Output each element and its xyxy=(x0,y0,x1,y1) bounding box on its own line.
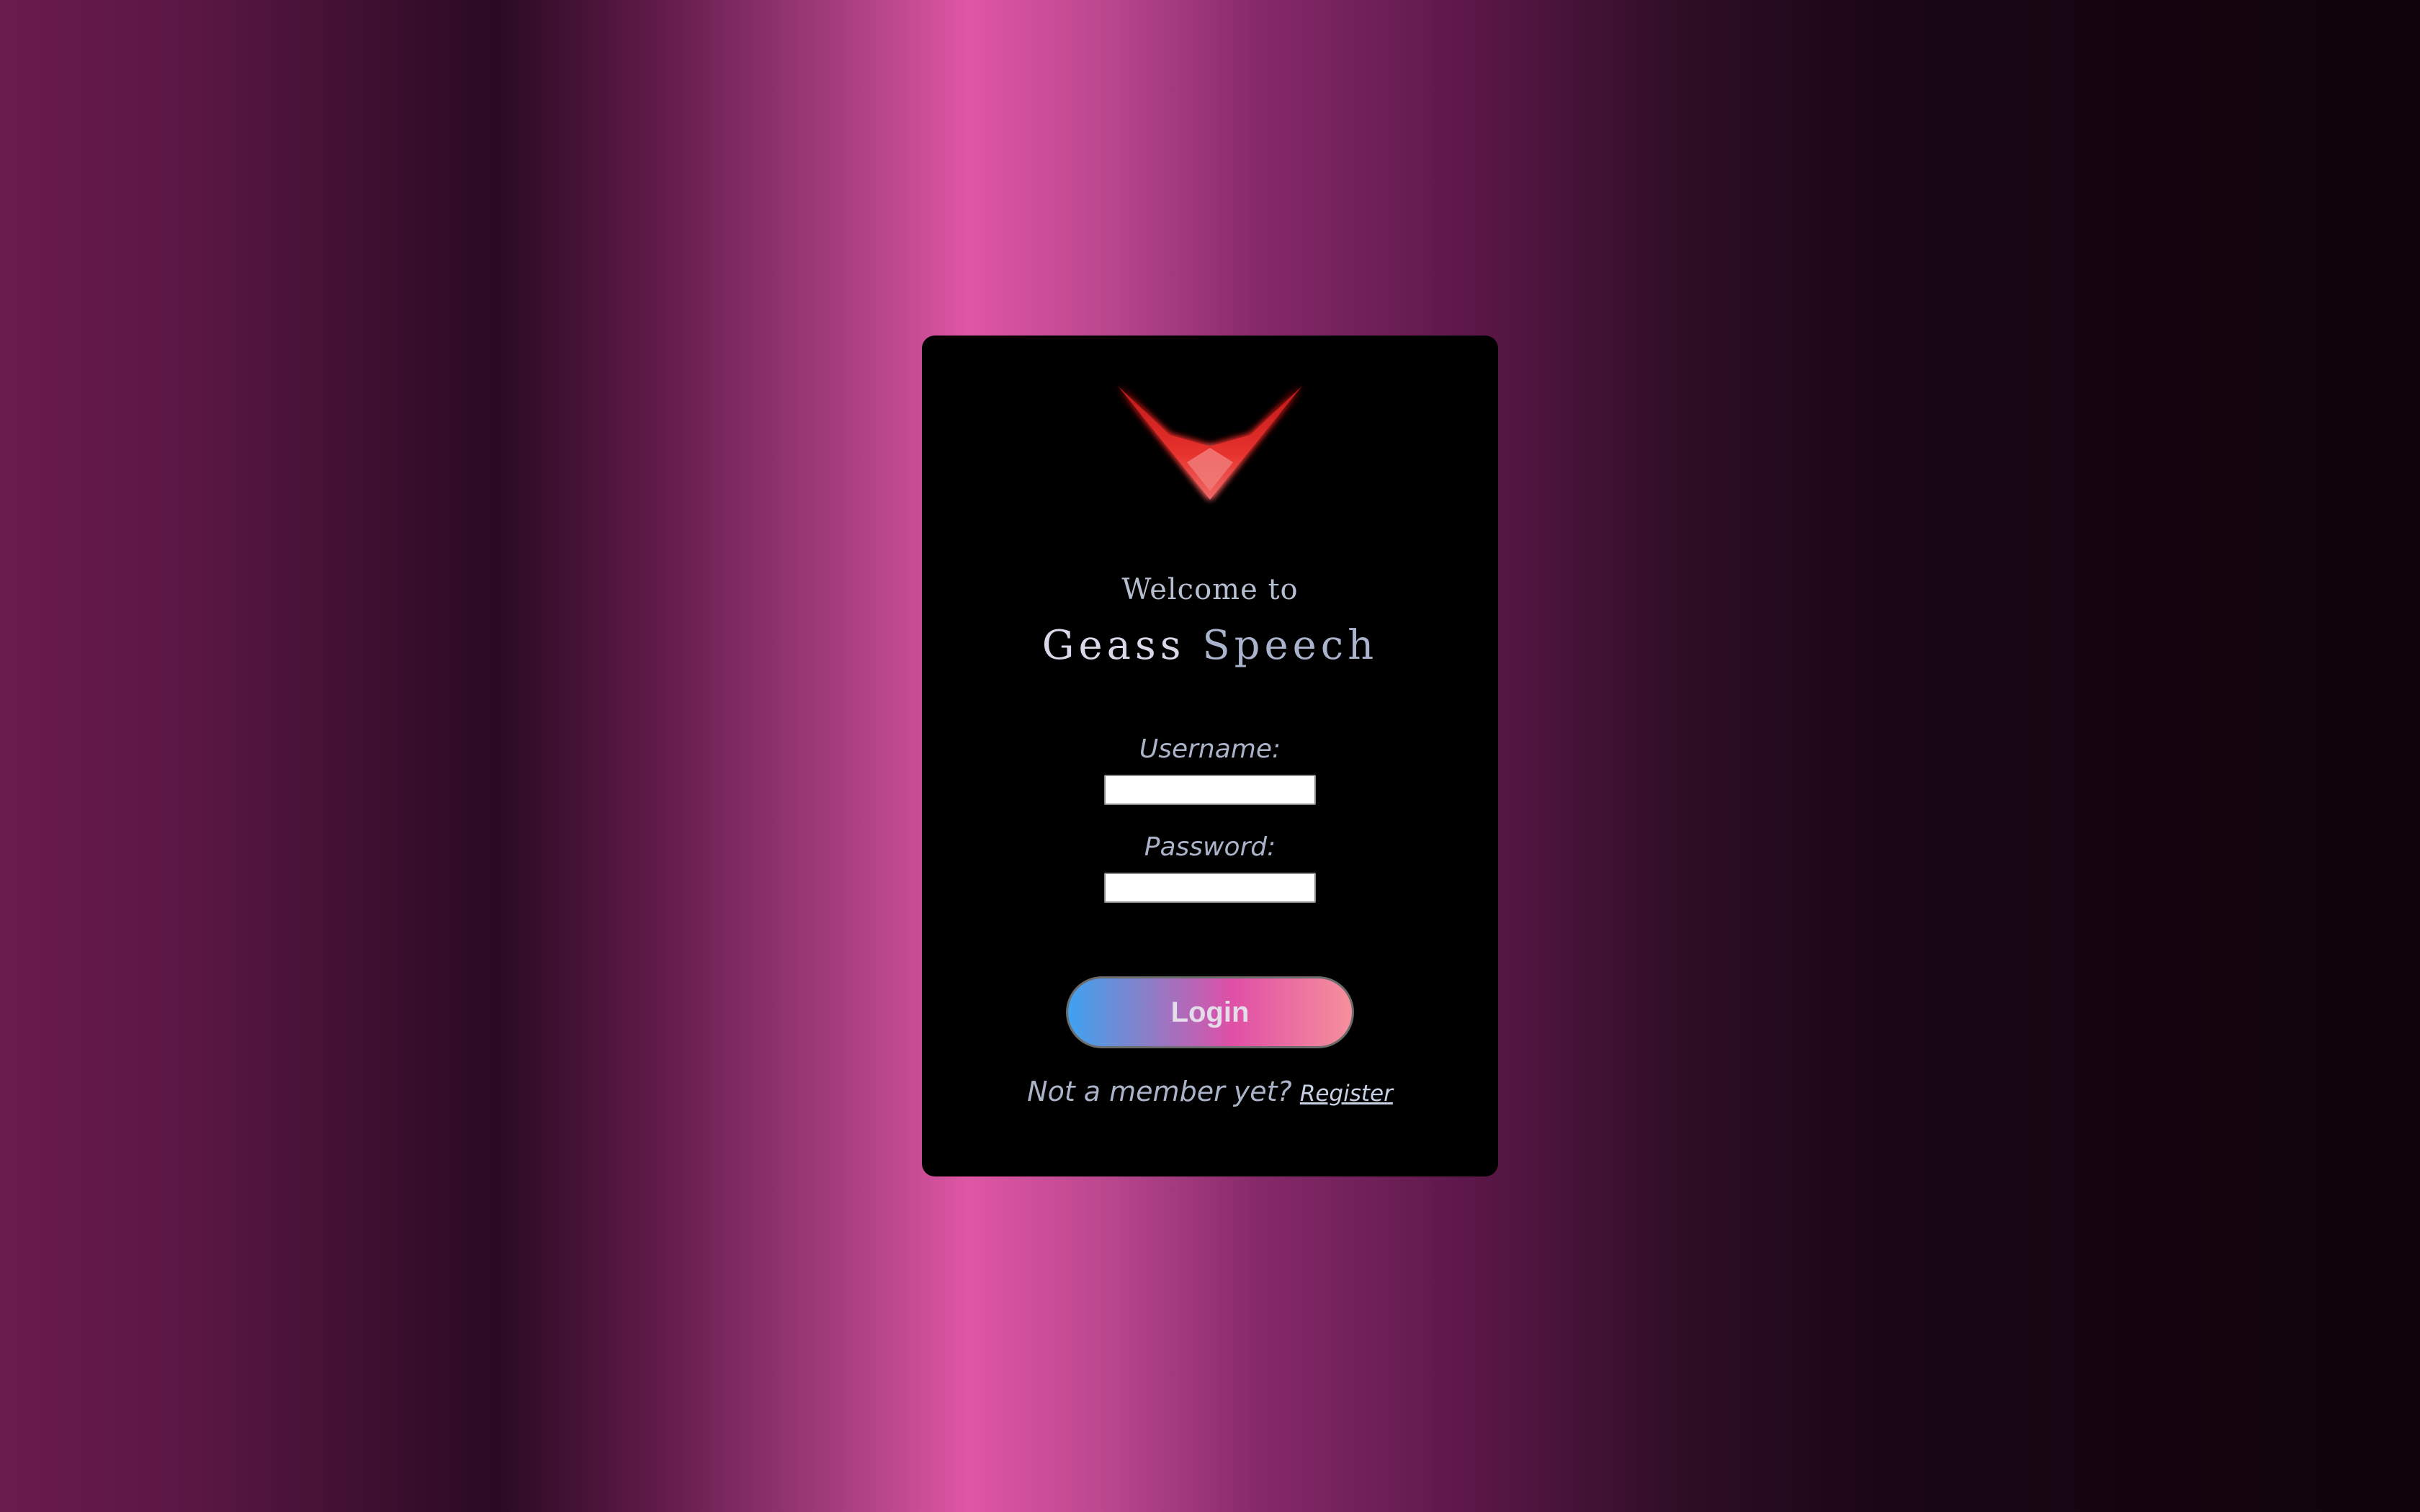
login-button[interactable]: Login xyxy=(1066,976,1354,1048)
username-input[interactable] xyxy=(1104,775,1316,805)
login-card: Welcome to Geass Speech Username: Passwo… xyxy=(922,336,1498,1176)
app-name: Geass Speech xyxy=(922,622,1498,669)
password-label: Password: xyxy=(1144,832,1276,862)
username-label: Username: xyxy=(1139,734,1281,764)
geass-sigil-icon xyxy=(1118,386,1302,500)
password-input[interactable] xyxy=(1104,873,1316,903)
register-prompt-text: Not a member yet? xyxy=(1027,1076,1292,1107)
welcome-heading: Welcome to xyxy=(1121,573,1299,606)
register-prompt-line: Not a member yet? Register xyxy=(922,1076,1498,1107)
app-name-first-word: Geass xyxy=(1041,622,1186,669)
register-link[interactable]: Register xyxy=(1300,1081,1393,1107)
app-name-second-word: Speech xyxy=(1202,622,1379,669)
